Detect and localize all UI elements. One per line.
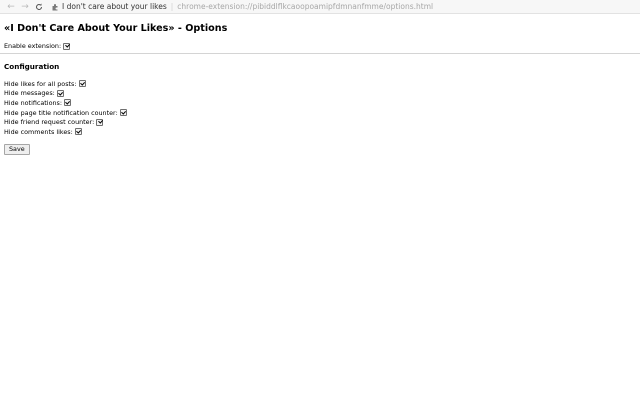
options-list: Hide likes for all posts: Hide messages:… [4, 79, 127, 137]
hide-title-counter-checkbox[interactable] [119, 109, 127, 117]
option-hide-title-counter: Hide page title notification counter: [4, 108, 127, 118]
address-separator: | [170, 2, 174, 11]
option-label: Hide notifications: [4, 98, 63, 107]
arrow-right-icon[interactable]: → [18, 0, 32, 14]
configuration-heading: Configuration [4, 62, 60, 71]
options-page: «I Don't Care About Your Likes» - Option… [0, 14, 640, 400]
save-button[interactable]: Save [4, 144, 30, 155]
arrow-left-icon[interactable]: ← [4, 0, 18, 14]
enable-extension-checkbox[interactable] [63, 42, 71, 50]
option-hide-likes: Hide likes for all posts: [4, 79, 127, 89]
option-hide-messages: Hide messages: [4, 89, 127, 99]
hide-comment-likes-checkbox[interactable] [74, 128, 82, 136]
address-bar[interactable]: I don't care about your likes | chrome-e… [50, 1, 433, 13]
hide-likes-checkbox[interactable] [78, 80, 86, 88]
tab-title: I don't care about your likes [62, 2, 167, 11]
section-divider [0, 53, 640, 54]
enable-extension-label: Enable extension: [4, 42, 62, 50]
option-hide-notifications: Hide notifications: [4, 98, 127, 108]
option-label: Hide page title notification counter: [4, 108, 118, 117]
hide-friend-counter-checkbox[interactable] [96, 118, 104, 126]
option-label: Hide messages: [4, 89, 55, 98]
reload-icon[interactable] [32, 0, 46, 14]
option-hide-comment-likes: Hide comments likes: [4, 127, 127, 137]
option-label: Hide likes for all posts: [4, 79, 77, 88]
option-hide-friend-counter: Hide friend request counter: [4, 117, 127, 127]
puzzle-icon [50, 2, 59, 11]
page-title: «I Don't Care About Your Likes» - Option… [4, 23, 228, 34]
option-label: Hide friend request counter: [4, 118, 95, 127]
browser-toolbar: ← → I don't care about your likes | chro… [0, 0, 640, 14]
enable-extension-row: Enable extension: [4, 42, 71, 50]
url-text: chrome-extension://pibiddlflkcaoopoamipf… [177, 2, 434, 11]
option-label: Hide comments likes: [4, 127, 73, 136]
hide-notifications-checkbox[interactable] [64, 99, 72, 107]
hide-messages-checkbox[interactable] [56, 89, 64, 97]
